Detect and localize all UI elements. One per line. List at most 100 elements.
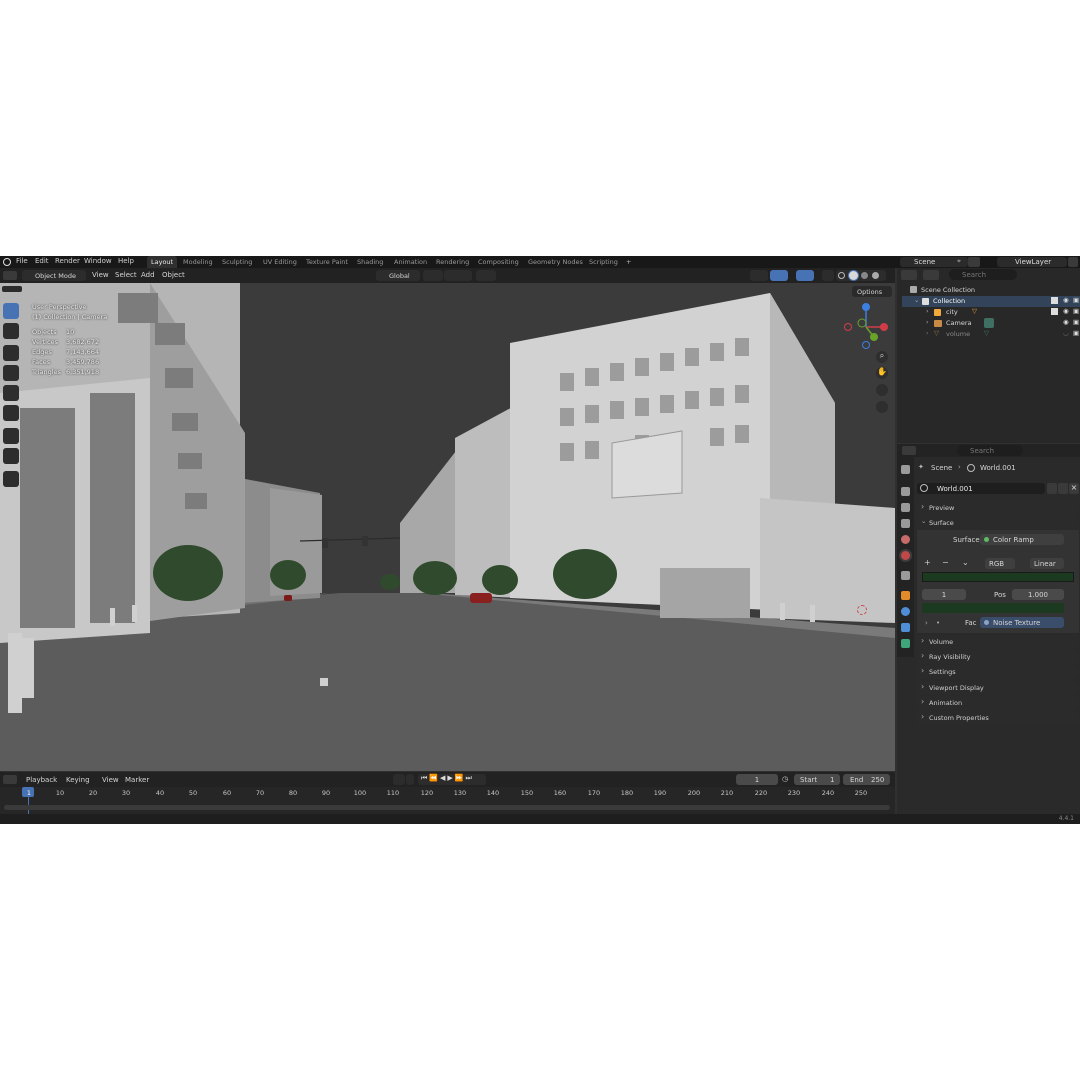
panel-settings[interactable]: Settings — [917, 665, 1079, 679]
navigation-gizmo[interactable] — [840, 301, 892, 353]
orientation-dropdown[interactable]: Global — [376, 270, 420, 281]
pivot-point-button[interactable] — [423, 270, 443, 281]
scene-selector[interactable]: Scene ⌖ — [900, 257, 968, 267]
remove-stop-icon[interactable]: − — [942, 558, 949, 567]
checkbox-icon[interactable] — [1051, 308, 1058, 315]
panel-preview[interactable]: Preview — [917, 501, 1079, 515]
color-ramp-gradient[interactable] — [922, 572, 1074, 582]
properties-editor-type-icon[interactable] — [902, 446, 916, 455]
timeline-menu-playback[interactable]: Playback — [26, 776, 57, 784]
editor-type-icon[interactable] — [3, 271, 17, 280]
tab-rendering[interactable]: Rendering — [432, 256, 473, 268]
physics-tab-icon[interactable] — [901, 607, 910, 616]
timeline-menu-view[interactable]: View — [102, 776, 119, 784]
jump-keyframe-forward-icon[interactable]: ⏩ — [455, 774, 466, 782]
snap-button[interactable] — [444, 270, 472, 281]
interpolation-dropdown[interactable]: Linear — [1030, 558, 1064, 569]
transform-tool-icon[interactable] — [3, 405, 19, 421]
tab-geometry-nodes[interactable]: Geometry Nodes — [524, 256, 587, 268]
collection-tab-icon[interactable] — [901, 571, 910, 580]
tab-shading[interactable]: Shading — [353, 256, 387, 268]
auto-key-icon[interactable] — [406, 774, 414, 785]
filter-icon[interactable] — [1045, 269, 1059, 280]
wireframe-shading-icon[interactable] — [838, 272, 845, 279]
outliner-search-input[interactable]: Search — [949, 269, 1017, 280]
jump-keyframe-back-icon[interactable]: ⏪ — [429, 774, 440, 782]
checkbox-icon[interactable] — [1051, 297, 1058, 304]
panel-surface-header[interactable]: ⌄ Surface — [917, 516, 1079, 530]
tab-scripting[interactable]: Scripting — [585, 256, 622, 268]
play-icon[interactable]: ▶ — [447, 774, 454, 782]
tab-layout[interactable]: Layout — [147, 256, 178, 268]
viewport-menu-view[interactable]: View — [92, 271, 109, 279]
eye-closed-icon[interactable]: ◡ — [1063, 329, 1069, 337]
end-frame-field[interactable]: End 250 — [843, 774, 890, 785]
tab-modeling[interactable]: Modeling — [179, 256, 217, 268]
pan-hand-icon[interactable]: ✋ — [876, 367, 888, 379]
panel-viewport-display[interactable]: Viewport Display — [917, 681, 1079, 695]
breadcrumb-scene[interactable]: Scene — [931, 464, 952, 472]
new-view-layer-icon[interactable] — [1068, 257, 1078, 267]
blender-logo-icon[interactable] — [3, 258, 11, 266]
camera-render-icon[interactable]: ▣ — [1073, 318, 1079, 326]
timeline-menu-marker[interactable]: Marker — [125, 776, 149, 784]
constraints-tab-icon[interactable] — [901, 623, 910, 632]
panel-volume[interactable]: Volume — [917, 635, 1079, 649]
3d-viewport[interactable]: User Perspective (1) Collection | Camera… — [0, 283, 895, 771]
material-shading-icon[interactable] — [861, 272, 868, 279]
timeline-menu-keying[interactable]: Keying — [66, 776, 90, 784]
expand-arrow-icon[interactable]: › — [926, 307, 929, 315]
current-frame-field[interactable]: 1 — [736, 774, 778, 785]
solid-shading-icon[interactable] — [849, 271, 858, 280]
new-scene-icon[interactable] — [968, 257, 980, 267]
jump-end-icon[interactable]: ⏭ — [466, 774, 474, 782]
menu-help[interactable]: Help — [118, 257, 134, 265]
expand-arrow-icon[interactable]: › — [926, 329, 929, 337]
overlay-toggle[interactable] — [796, 270, 814, 281]
rendered-shading-icon[interactable] — [872, 272, 879, 279]
view-layer-selector[interactable]: ViewLayer — [997, 257, 1067, 267]
camera-render-icon[interactable]: ▣ — [1073, 307, 1079, 315]
outliner-editor-type-icon[interactable] — [901, 270, 917, 280]
mode-dropdown[interactable]: Object Mode — [22, 270, 86, 281]
zoom-icon[interactable]: ⌕ — [876, 351, 888, 363]
expand-arrow-icon[interactable]: › — [925, 619, 928, 627]
unlink-close-icon[interactable]: × — [1069, 483, 1079, 494]
camera-view-icon[interactable] — [876, 384, 888, 396]
viewport-menu-add[interactable]: Add — [141, 271, 155, 279]
properties-search-input[interactable]: Search — [957, 445, 1023, 456]
select-mode-icons[interactable] — [2, 286, 22, 292]
object-tab-icon[interactable] — [901, 591, 910, 600]
options-dropdown[interactable]: Options — [852, 286, 892, 297]
world-tab-icon[interactable] — [901, 551, 910, 560]
select-box-tool-icon[interactable] — [3, 303, 19, 319]
eye-icon[interactable]: ◉ — [1063, 296, 1069, 304]
cursor-tool-icon[interactable] — [3, 323, 19, 339]
timeline-scrollbar[interactable] — [4, 805, 890, 810]
ramp-menu-chevron-icon[interactable]: ⌄ — [962, 558, 969, 567]
perspective-grid-icon[interactable] — [876, 401, 888, 413]
stop-index-field[interactable]: 1 — [922, 589, 966, 600]
color-mode-dropdown[interactable]: RGB — [985, 558, 1015, 569]
world-datablock-selector[interactable]: World.001 — [917, 483, 1045, 494]
menu-window[interactable]: Window — [84, 257, 112, 265]
timeline-editor-type-icon[interactable] — [3, 775, 17, 784]
data-tab-icon[interactable] — [901, 639, 910, 648]
expand-arrow-icon[interactable]: ⌄ — [914, 296, 919, 304]
record-icon[interactable] — [393, 774, 405, 785]
tab-sculpting[interactable]: Sculpting — [218, 256, 256, 268]
xray-toggle[interactable] — [822, 270, 834, 281]
outliner-row-volume[interactable]: › ▽ volume ▽ ◡ ▣ — [902, 329, 1080, 340]
pos-field[interactable]: 1.000 — [1012, 589, 1064, 600]
menu-file[interactable]: File — [16, 257, 28, 265]
visibility-button[interactable] — [750, 270, 768, 281]
stop-color-swatch[interactable] — [922, 603, 1064, 613]
viewport-menu-select[interactable]: Select — [115, 271, 137, 279]
duplicate-icon[interactable] — [1058, 483, 1068, 494]
stopwatch-icon[interactable]: ◷ — [782, 775, 788, 783]
add-stop-icon[interactable]: + — [924, 558, 931, 567]
measure-tool-icon[interactable] — [3, 448, 19, 464]
viewport-menu-object[interactable]: Object — [162, 271, 185, 279]
outliner-row-scene-collection[interactable]: Scene Collection — [902, 285, 1080, 296]
tab-compositing[interactable]: Compositing — [474, 256, 523, 268]
